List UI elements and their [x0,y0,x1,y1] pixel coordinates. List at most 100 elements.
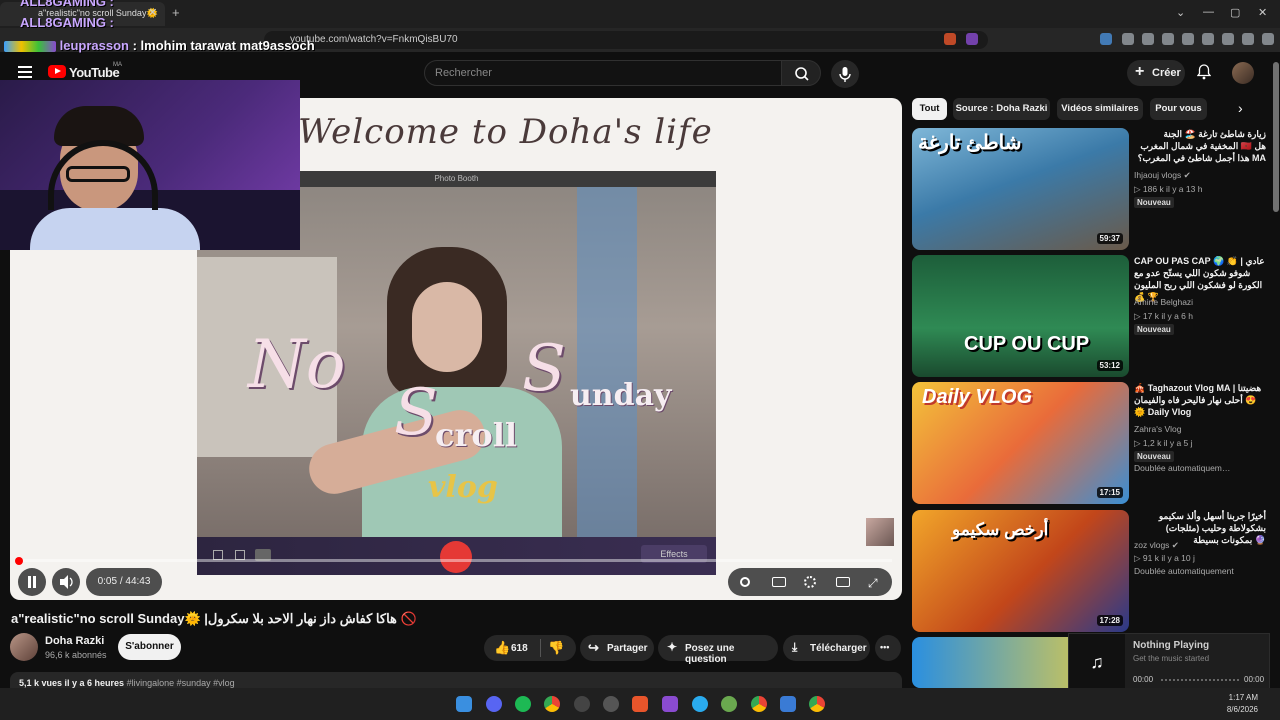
subtitles-icon[interactable] [772,577,786,587]
close-window-icon[interactable]: ✕ [1258,6,1267,19]
autoplay-toggle-icon[interactable] [740,577,750,587]
notifications-bell-icon[interactable] [1197,64,1211,80]
chrome-icon[interactable] [751,696,767,712]
search-input[interactable]: Rechercher [424,60,782,86]
app-icon[interactable] [721,696,737,712]
chip-source[interactable]: Source : Doha Razki [953,98,1050,120]
minimize-icon[interactable]: — [1203,6,1214,18]
volume-button[interactable] [52,568,80,596]
recommendation-channel[interactable]: Zahra's Vlog [1134,424,1181,434]
create-button[interactable]: + Créer [1127,60,1185,86]
recommendation-title[interactable]: زيارة شاطئ تارغة 🏖️ الجنة المخفية في شما… [1134,128,1266,164]
recommendation-thumbnail[interactable]: CUP OU CUP 53:12 [912,255,1129,377]
chip-all[interactable]: Tout [912,98,947,120]
scrollbar-thumb[interactable] [1273,62,1279,212]
download-icon[interactable] [1162,33,1174,45]
menu-icon[interactable] [1262,33,1274,45]
progress-bar[interactable] [18,559,892,562]
chrome-icon[interactable] [544,696,560,712]
app-icon[interactable] [603,696,619,712]
app-icon[interactable] [662,696,678,712]
chrome-icon[interactable] [809,696,825,712]
video-duration: 17:28 [1096,615,1123,626]
recommendation-channel[interactable]: Ihjaouj vlogs ✔ [1134,170,1191,181]
youtube-logo-icon[interactable] [48,65,66,78]
recommendation-item[interactable]: شاطئ تارغة 59:37 زيارة شاطئ تارغة 🏖️ الج… [912,128,1274,250]
fullscreen-icon[interactable]: ⤢ [868,576,878,591]
recommendation-thumbnail[interactable]: شاطئ تارغة 59:37 [912,128,1129,250]
like-count[interactable]: 618 [511,643,528,654]
chip-for-you[interactable]: Pour vous [1150,98,1207,120]
maximize-icon[interactable]: ▢ [1230,6,1240,19]
record-button[interactable] [440,541,472,573]
overlay-chat-name: ALL8GAMING : [20,0,114,9]
app-icon[interactable] [780,696,796,712]
settings-gear-icon[interactable] [804,576,816,588]
recommendation-channel[interactable]: zoz vlogs ✔ [1134,540,1179,551]
puzzle-icon[interactable] [1142,33,1154,45]
brave-icon[interactable] [632,696,648,712]
overlay-scroll-initial: S [394,376,438,450]
account-avatar[interactable] [1232,62,1254,84]
face-shape [412,282,482,372]
recommendation-item[interactable]: CUP OU CUP 53:12 CAP OU PAS CAP 🌍 👏 | عا… [912,255,1274,377]
wallet-icon[interactable] [1202,33,1214,45]
new-tab-button[interactable]: + [172,5,180,20]
divider [540,639,541,657]
windows-taskbar: 1:17 AM 8/6/2026 [0,688,1280,720]
recommendation-meta: ▷ 1,2 k il y a 5 j [1134,438,1193,448]
recommendation-item[interactable]: أرخص سكيمو 17:28 أخيرًا جربنا أسهل وألذ … [912,510,1274,632]
scrubber-handle[interactable] [15,557,23,565]
chips-next-chevron-icon[interactable]: › [1238,100,1243,116]
channel-avatar[interactable] [10,633,38,661]
clock-date[interactable]: 8/6/2026 [1214,705,1258,714]
tab-close-icon[interactable]: ✕ [148,6,157,19]
obs-icon[interactable] [574,696,590,712]
telegram-icon[interactable] [692,696,708,712]
more-icon: ••• [880,642,890,652]
miniplayer-icon[interactable] [836,577,850,587]
more-actions-button[interactable]: ••• [875,635,901,661]
extension-icon[interactable] [1122,33,1134,45]
voice-search-button[interactable] [831,60,859,88]
subscribe-button[interactable]: S'abonner [118,634,181,660]
sparkle-icon[interactable] [1222,33,1234,45]
recommendation-thumbnail[interactable]: Daily VLOG 17:15 [912,382,1129,504]
thumbs-down-icon[interactable]: 👎 [548,640,564,656]
player-right-controls: ⤢ [728,568,892,596]
share-button[interactable]: ↪ Partager [580,635,654,661]
now-playing-widget[interactable]: ♫ Nothing Playing Get the music started … [1068,633,1270,690]
like-dislike-group: 👍 618 👎 [484,635,576,661]
overlay-no: No [248,326,346,403]
hashtags[interactable]: #livingalone #sunday #vlog [127,678,235,688]
url-field[interactable]: youtube.com/watch?v=FnkmQisBU70 [264,31,988,49]
recommendation-thumbnail[interactable]: أرخص سكيمو 17:28 [912,510,1129,632]
search-button[interactable] [781,60,821,86]
tab-search-icon[interactable]: ⌄ [1176,6,1185,19]
pause-button[interactable] [18,568,46,596]
brave-rewards-icon[interactable] [966,33,978,45]
channel-name[interactable]: Doha Razki [45,635,104,647]
search-placeholder: Rechercher [435,67,492,79]
download-button[interactable]: ⤓ Télécharger [783,635,870,661]
recommendation-meta: ▷ 91 k il y a 10 j [1134,553,1195,563]
brave-shield-icon[interactable] [944,33,956,45]
chip-similar[interactable]: Vidéos similaires [1057,98,1143,120]
ask-question-button[interactable]: ✦ Posez une question [658,635,778,665]
recommendation-title[interactable]: CAP OU PAS CAP 🌍 👏 | عادي شوفو شكون اللي… [1134,255,1266,303]
recommendation-channel[interactable]: Amine Belghazi [1134,297,1193,307]
spotify-icon[interactable] [515,696,531,712]
recommendation-title[interactable]: 🎪 Taghazout Vlog MA | هضيتنا 😍 أحلى نهار… [1134,382,1266,418]
recommendation-item[interactable]: Daily VLOG 17:15 🎪 Taghazout Vlog MA | ه… [912,382,1274,504]
thumbs-up-icon[interactable]: 👍 [494,640,510,656]
vpn-icon[interactable] [1242,33,1254,45]
extension-icon[interactable] [1100,33,1112,45]
start-menu-icon[interactable] [456,696,472,712]
youtube-wordmark[interactable]: YouTube [69,65,120,80]
video-title: a"realistic"no scroll Sunday🌞 |هاكا كفاش… [11,611,417,626]
hamburger-menu-icon[interactable] [18,66,32,78]
clock-time[interactable]: 1:17 AM [1222,693,1258,702]
discord-icon[interactable] [486,696,502,712]
end-screen-thumbnail[interactable] [866,518,894,546]
sidebar-icon[interactable] [1182,33,1194,45]
